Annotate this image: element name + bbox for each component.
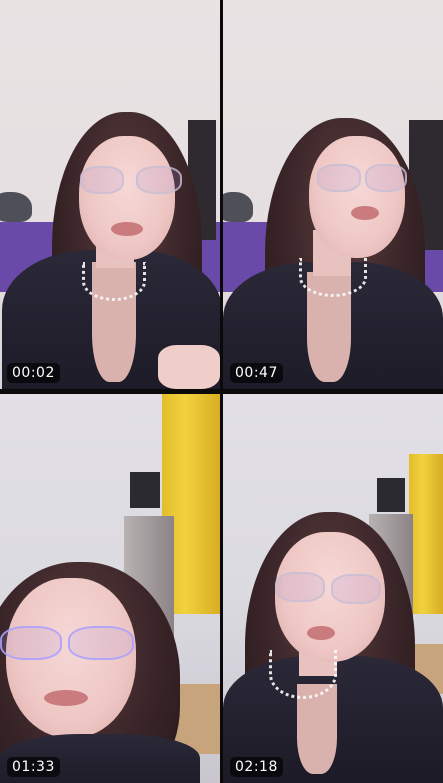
pearl-necklace xyxy=(299,258,367,297)
glasses-left-lens xyxy=(0,626,62,660)
pearl-necklace xyxy=(82,262,146,301)
timestamp-label: 00:02 xyxy=(7,363,60,383)
video-frame-tile[interactable]: 01:33 xyxy=(0,394,220,783)
hand xyxy=(158,345,220,389)
pearl-necklace xyxy=(269,650,337,699)
pillow xyxy=(223,192,253,222)
lips xyxy=(111,222,143,236)
glasses-right-lens xyxy=(68,626,134,660)
timestamp-label: 00:47 xyxy=(230,363,283,383)
monitor xyxy=(130,472,160,508)
lips xyxy=(44,690,88,706)
video-frame-tile[interactable]: 00:47 xyxy=(223,0,443,389)
grid-divider xyxy=(0,389,443,394)
glasses-right-lens xyxy=(365,164,407,192)
pillow xyxy=(0,192,32,222)
timestamp-label: 01:33 xyxy=(7,757,60,777)
monitor xyxy=(377,478,405,512)
glasses-left-lens xyxy=(317,164,361,192)
lips xyxy=(307,626,335,640)
face xyxy=(79,136,175,260)
timestamp-label: 02:18 xyxy=(230,757,283,777)
glasses-right-lens xyxy=(136,166,182,194)
video-frame-tile[interactable]: 00:02 xyxy=(0,0,220,389)
yellow-curtain xyxy=(409,454,443,614)
video-frame-tile[interactable]: 02:18 xyxy=(223,394,443,783)
glasses-left-lens xyxy=(275,572,325,602)
lips xyxy=(351,206,379,220)
video-frame-grid: 00:02 00:47 01:33 02:18 xyxy=(0,0,443,783)
glasses-right-lens xyxy=(331,574,381,604)
glasses-left-lens xyxy=(80,166,124,194)
face xyxy=(309,136,405,258)
